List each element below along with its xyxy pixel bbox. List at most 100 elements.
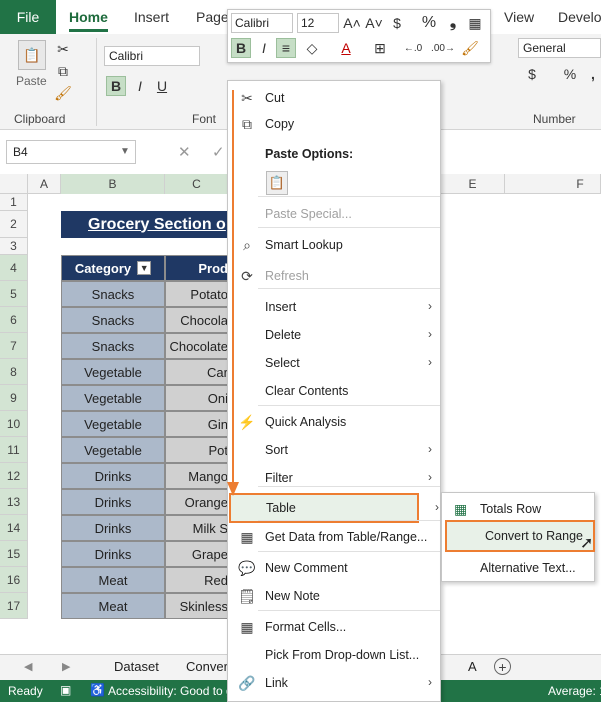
cell-product[interactable]: Potato <box>165 281 229 307</box>
underline-icon[interactable]: U <box>152 76 172 96</box>
percent-icon[interactable]: % <box>420 13 438 33</box>
row-header[interactable]: 2 <box>0 211 28 238</box>
mini-font-select[interactable]: Calibri <box>231 13 293 33</box>
row-header[interactable]: 5 <box>0 281 28 307</box>
menu-item-select[interactable]: Select › <box>228 350 440 376</box>
menu-item-new-note[interactable]: 🗒 New Note <box>228 583 440 609</box>
submenu-totals-row[interactable]: ▦ Totals Row <box>442 495 594 523</box>
menu-item-sort[interactable]: Sort › <box>228 437 440 463</box>
copy-icon[interactable]: ⧉ <box>54 62 72 80</box>
italic-icon[interactable]: I <box>130 76 150 96</box>
row-header[interactable]: 6 <box>0 307 28 333</box>
format-painter-icon[interactable]: 🖌 <box>460 38 480 58</box>
cut-icon[interactable]: ✂ <box>54 40 72 58</box>
submenu-convert-to-range[interactable]: Convert to Range ➚ <box>445 520 595 552</box>
cell-product[interactable]: Pot <box>165 437 229 463</box>
cell-product[interactable]: Grape <box>165 541 229 567</box>
format-painter-icon[interactable]: 🖌 <box>54 84 72 102</box>
cell-product[interactable]: Oni <box>165 385 229 411</box>
row-header[interactable]: 7 <box>0 333 28 359</box>
menu-item-delete[interactable]: Delete › <box>228 322 440 348</box>
cell-product[interactable]: Orange <box>165 489 229 515</box>
cell-category[interactable]: Meat <box>61 593 165 619</box>
cell-product[interactable]: Chocolate <box>165 333 229 359</box>
cancel-formula-icon[interactable]: ✕ <box>178 143 191 161</box>
row-header[interactable]: 14 <box>0 515 28 541</box>
tab-insert[interactable]: Insert <box>134 9 169 25</box>
cell-product[interactable]: Mango <box>165 463 229 489</box>
currency-icon[interactable]: $ <box>388 13 406 33</box>
row-header[interactable]: 4 <box>0 255 28 281</box>
cell-product[interactable]: Car <box>165 359 229 385</box>
cell-category[interactable]: Meat <box>61 567 165 593</box>
bold-icon[interactable]: B <box>106 76 126 96</box>
submenu-alternative-text[interactable]: Alternative Text... <box>442 554 594 582</box>
font-color-icon[interactable]: A <box>336 38 356 58</box>
scroll-right-icon[interactable]: ▶ <box>62 660 70 673</box>
add-sheet-icon[interactable]: + <box>494 658 511 675</box>
tab-home[interactable]: Home <box>69 9 108 32</box>
cell-product[interactable]: Milk S <box>165 515 229 541</box>
mini-size-select[interactable]: 12 <box>297 13 339 33</box>
cell-category[interactable]: Drinks <box>61 515 165 541</box>
cell-category[interactable]: Drinks <box>61 541 165 567</box>
fill-color-icon[interactable]: ◇ <box>302 38 322 58</box>
accessibility-icon[interactable]: ♿ <box>90 683 105 697</box>
center-align-icon[interactable]: ≡ <box>276 38 296 58</box>
comma-style-icon[interactable]: ❟ <box>446 13 460 33</box>
cell-category[interactable]: Snacks <box>61 307 165 333</box>
menu-item-quick-analysis[interactable]: ⚡ Quick Analysis <box>228 409 440 435</box>
sheet-tab-convert[interactable]: Conver <box>186 659 228 674</box>
currency-icon[interactable]: $ <box>522 64 542 84</box>
tab-page-layout[interactable]: Page <box>196 9 229 25</box>
column-header-a[interactable]: A <box>28 174 61 194</box>
tab-file[interactable]: File <box>0 0 56 34</box>
row-header[interactable]: 15 <box>0 541 28 567</box>
paste-icon[interactable]: 📋 <box>18 40 46 70</box>
mini-bold-icon[interactable]: B <box>231 38 251 58</box>
menu-item-refresh[interactable]: ⟳ Refresh <box>228 263 440 289</box>
row-header[interactable]: 12 <box>0 463 28 489</box>
tab-developer[interactable]: Develop <box>558 9 601 25</box>
cell-category[interactable]: Snacks <box>61 281 165 307</box>
row-header[interactable]: 11 <box>0 437 28 463</box>
percent-icon[interactable]: % <box>560 64 580 84</box>
sheet-tab-dataset[interactable]: Dataset <box>114 659 159 674</box>
row-header[interactable]: 8 <box>0 359 28 385</box>
cell-category[interactable]: Drinks <box>61 463 165 489</box>
menu-item-smart-lookup[interactable]: ⌕ Smart Lookup <box>228 232 440 258</box>
menu-item-format-cells[interactable]: ▦ Format Cells... <box>228 614 440 640</box>
paste-clipboard-icon[interactable]: 📋 <box>266 171 288 195</box>
menu-item-filter[interactable]: Filter › <box>228 465 440 491</box>
sheet-tab-a[interactable]: A <box>468 659 477 674</box>
accessibility-status[interactable]: Accessibility: Good to g <box>108 684 233 698</box>
format-table-icon[interactable]: ▦ <box>466 13 484 33</box>
borders-icon[interactable]: ⊞ <box>370 38 390 58</box>
row-header[interactable]: 13 <box>0 489 28 515</box>
menu-item-cut[interactable]: ✂ Cut <box>228 85 440 111</box>
decrease-font-icon[interactable]: A˅ <box>365 13 383 33</box>
number-format-select[interactable]: General <box>518 38 601 58</box>
menu-item-insert[interactable]: Insert › <box>228 294 440 320</box>
cell-category[interactable]: Vegetable <box>61 437 165 463</box>
cell-category[interactable]: Snacks <box>61 333 165 359</box>
row-header[interactable]: 16 <box>0 567 28 593</box>
mini-italic-icon[interactable]: I <box>254 38 274 58</box>
row-header[interactable]: 9 <box>0 385 28 411</box>
header-product[interactable]: Prod <box>165 255 229 281</box>
menu-item-get-data[interactable]: ▦ Get Data from Table/Range... <box>228 524 440 550</box>
comma-style-icon[interactable]: , <box>586 64 600 84</box>
scroll-left-icon[interactable]: ◀ <box>24 660 32 673</box>
row-header[interactable]: 10 <box>0 411 28 437</box>
menu-item-table[interactable]: Table › <box>229 493 439 523</box>
cell-category[interactable]: Vegetable <box>61 359 165 385</box>
row-header[interactable]: 3 <box>0 238 28 255</box>
menu-item-new-comment[interactable]: 💬 New Comment <box>228 555 440 581</box>
cell-product[interactable]: Chocola <box>165 307 229 333</box>
increase-font-icon[interactable]: A˄ <box>343 13 361 33</box>
menu-item-clear-contents[interactable]: Clear Contents <box>228 378 440 404</box>
menu-item-pick-dropdown[interactable]: Pick From Drop-down List... <box>228 642 440 668</box>
column-header-f[interactable]: F <box>560 174 601 194</box>
cell-product[interactable]: Skinless <box>165 593 229 619</box>
macro-record-icon[interactable]: ▣ <box>60 683 71 697</box>
